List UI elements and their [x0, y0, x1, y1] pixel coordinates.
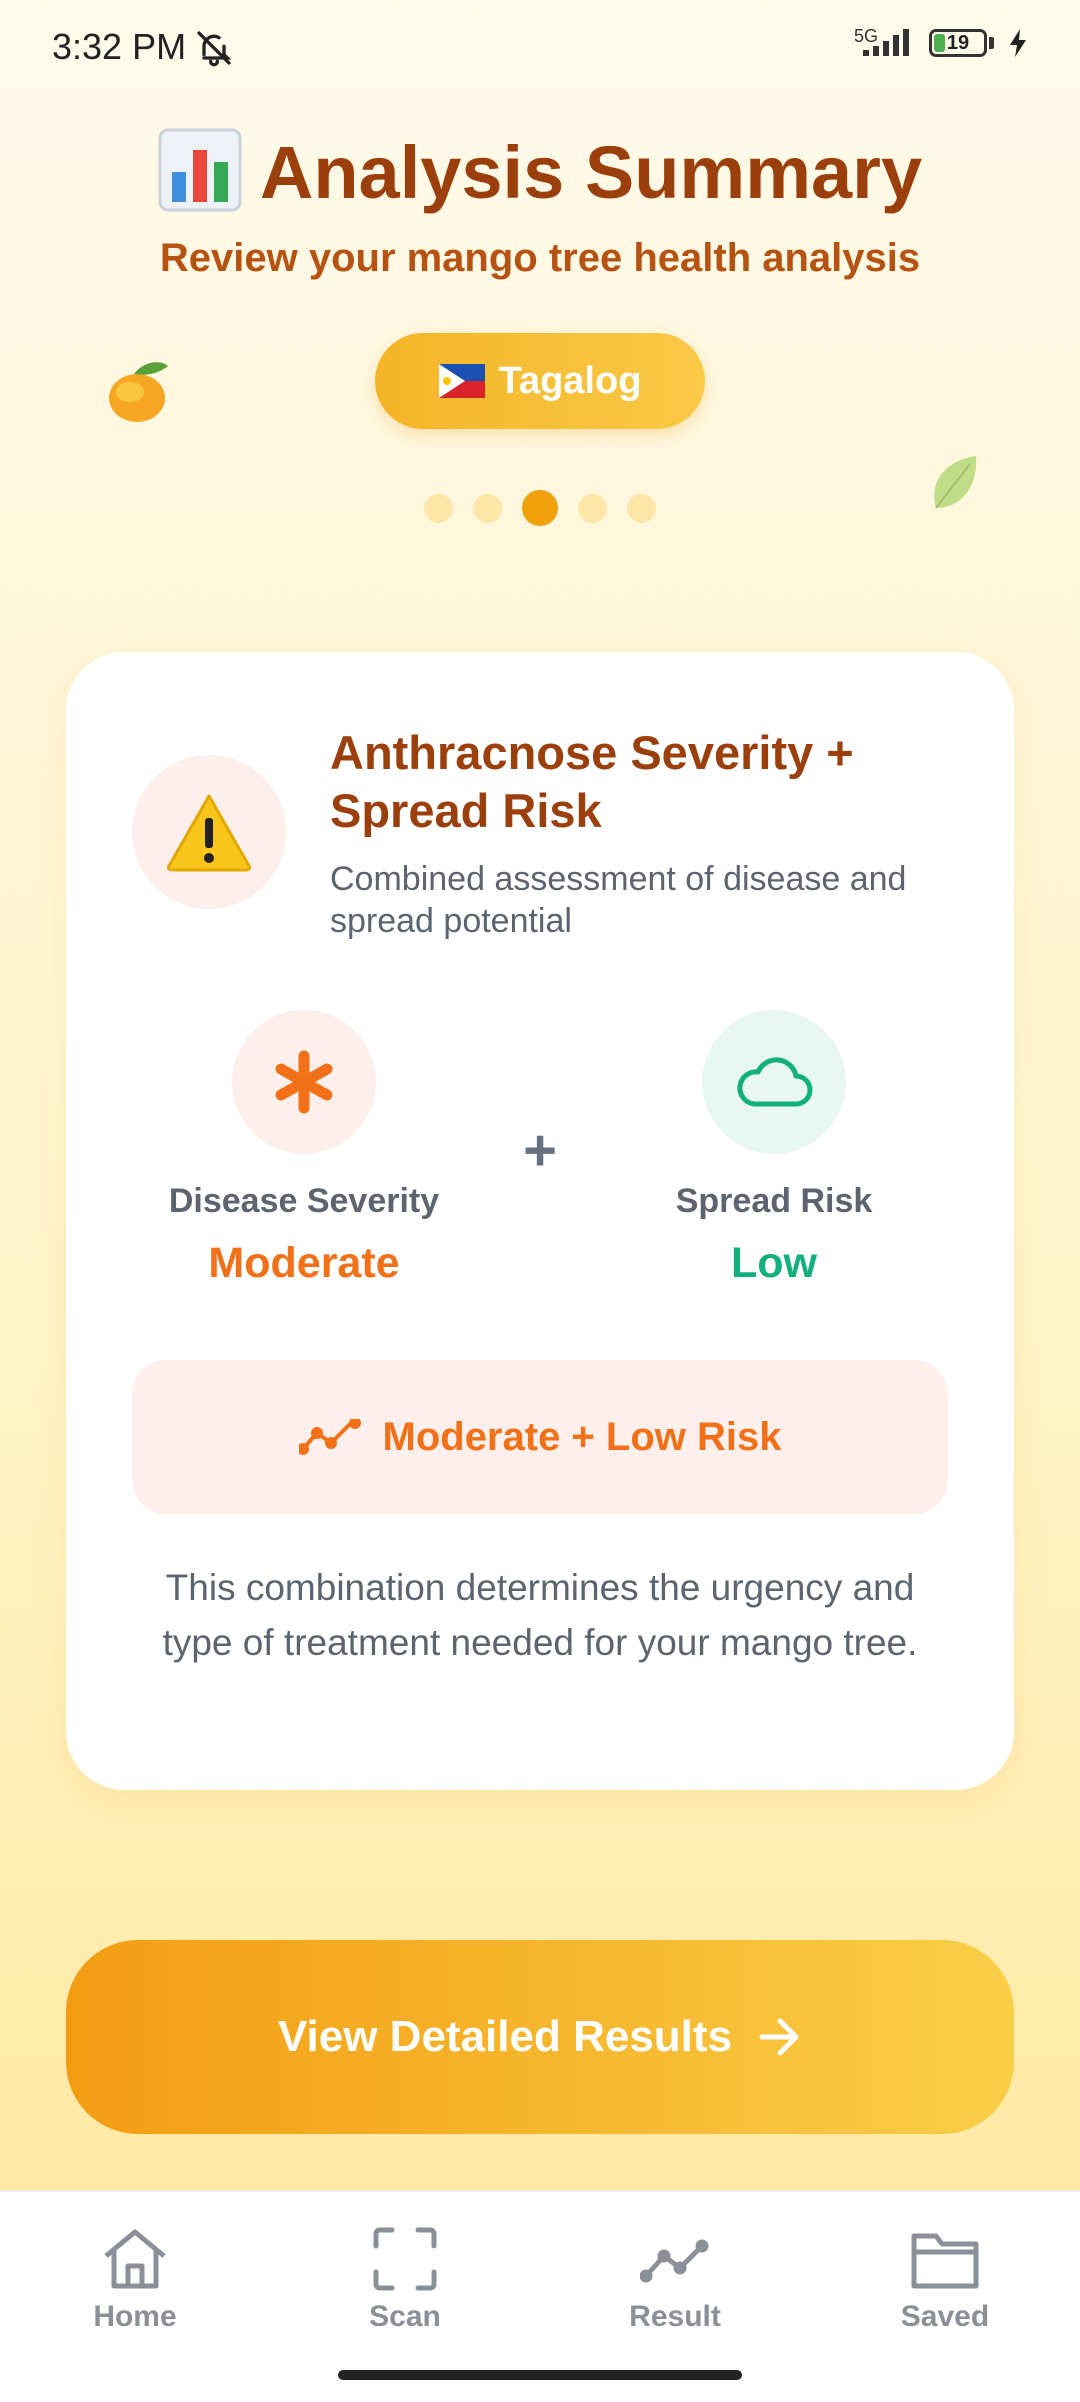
status-bar: 3:32 PM 5G 19 [0, 0, 1080, 96]
status-icons: 19 [861, 28, 1028, 58]
combined-risk-badge: Moderate + Low Risk [132, 1360, 948, 1514]
spread-risk-metric: Spread Risk Low [609, 1010, 939, 1288]
nav-scan-label: Scan [369, 2300, 441, 2333]
status-time: 3:32 PM [52, 26, 187, 67]
nav-home-label: Home [93, 2300, 177, 2333]
view-detailed-results-button[interactable]: View Detailed Results [66, 1940, 1014, 2134]
language-button[interactable]: Tagalog [375, 333, 705, 429]
folder-icon [911, 2233, 979, 2289]
bar-chart-icon [158, 128, 242, 229]
combined-risk-text: Moderate + Low Risk [382, 1414, 782, 1459]
page-title: Analysis Summary [0, 128, 1080, 229]
scan-icon [373, 2227, 437, 2291]
severity-icon-badge [232, 1010, 376, 1154]
carousel-dot[interactable] [578, 493, 607, 523]
spread-value: Low [731, 1239, 817, 1287]
carousel-indicator [0, 490, 1080, 526]
arrow-right-icon [759, 2018, 799, 2056]
disease-severity-metric: Disease Severity Moderate [139, 1010, 469, 1288]
asterisk-icon [275, 1050, 333, 1114]
trend-line-icon [298, 1419, 361, 1455]
nav-saved-label: Saved [900, 2300, 990, 2333]
cloud-icon [737, 1057, 813, 1107]
card-title: Anthracnose Severity + Spread Risk [330, 726, 854, 837]
combination-note: This combination determines the urgency … [162, 1567, 918, 1663]
card-description: Combined assessment of disease and sprea… [330, 860, 907, 940]
carousel-dot[interactable] [627, 493, 656, 523]
signal-icon [863, 29, 909, 56]
battery-icon: 19 [929, 29, 987, 57]
mango-icon [109, 362, 168, 422]
charging-icon [1010, 29, 1026, 57]
warning-icon-badge [132, 755, 286, 909]
spread-label: Spread Risk [675, 1182, 873, 1220]
philippines-flag-icon [438, 364, 485, 398]
title-text: Analysis Summary [259, 131, 923, 215]
battery-level: 19 [946, 31, 970, 54]
spread-icon-badge [702, 1010, 846, 1154]
carousel-dot[interactable] [473, 493, 502, 523]
nav-saved[interactable]: Saved [810, 2192, 1080, 2402]
carousel-dot[interactable] [424, 493, 453, 523]
severity-value: Moderate [208, 1239, 400, 1287]
nav-home[interactable]: Home [0, 2192, 270, 2402]
severity-card: Anthracnose Severity + Spread Risk Combi… [66, 652, 1014, 1790]
cta-label: View Detailed Results [277, 2012, 733, 2061]
home-icon [104, 2229, 166, 2289]
page-subtitle: Review your mango tree health analysis [159, 236, 921, 280]
warning-icon [167, 794, 251, 872]
carousel-dot-active[interactable] [522, 490, 558, 526]
language-label: Tagalog [498, 359, 642, 402]
nav-result-label: Result [629, 2300, 721, 2333]
trend-line-icon [640, 2239, 709, 2283]
severity-label: Disease Severity [168, 1182, 440, 1220]
bell-off-icon [197, 31, 232, 67]
home-indicator[interactable] [338, 2370, 742, 2380]
plus-sign: + [523, 1118, 557, 1183]
